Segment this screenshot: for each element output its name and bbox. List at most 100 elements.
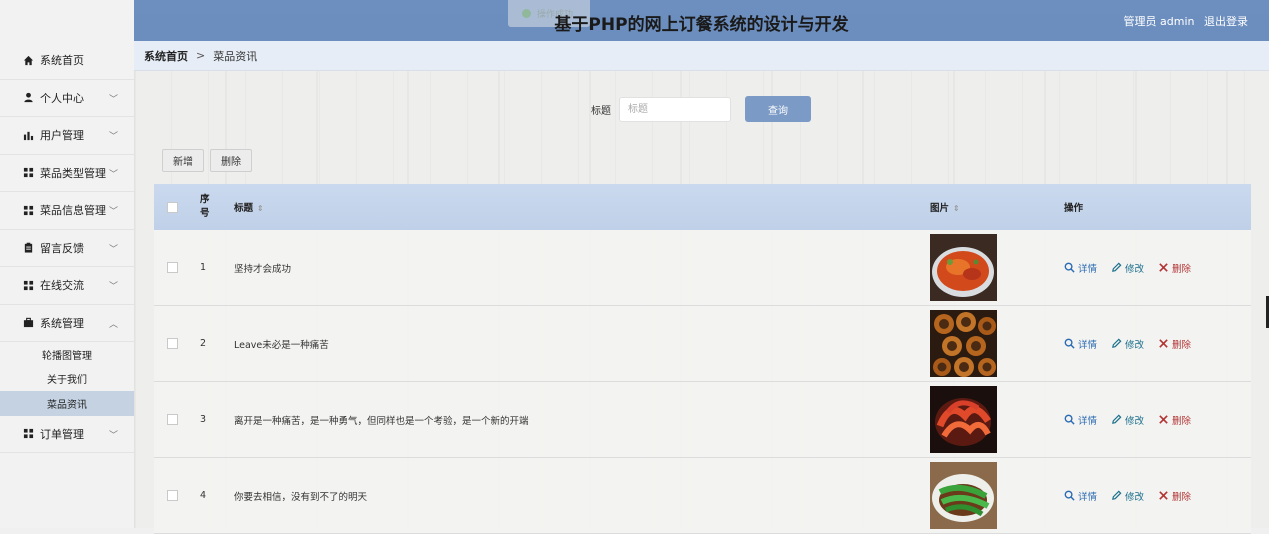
row-actions: 详情 修改 删除 <box>1064 337 1205 351</box>
detail-button[interactable]: 详情 <box>1064 337 1097 351</box>
sidebar-item-personal[interactable]: 个人中心 ﹀ <box>0 80 134 117</box>
delete-button[interactable]: 删除 <box>210 149 252 172</box>
admin-username: 管理员 admin <box>1123 15 1195 28</box>
sort-icon[interactable]: ⇕ <box>953 204 960 213</box>
chevron-down-icon: ﹀ <box>108 132 118 142</box>
row-title: 坚持才会成功 <box>234 263 292 275</box>
chevron-down-icon: ﹀ <box>108 169 118 180</box>
briefcase-icon <box>22 317 34 329</box>
pencil-icon <box>1112 414 1122 424</box>
user-icon <box>22 92 34 104</box>
detail-button[interactable]: 详情 <box>1064 413 1097 427</box>
sidebar-item-orders[interactable]: 订单管理 ﹀ <box>0 416 134 453</box>
sidebar-subitem-label: 菜品资讯 <box>47 399 87 411</box>
close-icon <box>1159 491 1168 500</box>
sidebar-subitem-label: 轮播图管理 <box>42 350 92 362</box>
row-actions: 详情 修改 删除 <box>1064 413 1205 427</box>
close-icon <box>1159 415 1168 424</box>
table-header: 序号 标题 ⇕ 图片 ⇕ 操作 <box>154 184 1251 230</box>
edit-label: 修改 <box>1125 263 1145 275</box>
sidebar-item-system[interactable]: 系统管理 ︿ <box>0 305 134 342</box>
column-actions: 操作 <box>1064 203 1084 214</box>
sidebar-item-chat[interactable]: 在线交流 ﹀ <box>0 267 134 305</box>
main-content: 标题 查询 新增 删除 序号 标题⇕ 图片⇕ 操作 1 坚持才会成功 <box>134 71 1269 534</box>
detail-button[interactable]: 详情 <box>1064 261 1097 275</box>
detail-label: 详情 <box>1078 339 1098 351</box>
sidebar-item-users[interactable]: 用户管理 ﹀ <box>0 117 134 155</box>
sidebar-item-label: 个人中心 <box>40 91 84 105</box>
row-actions: 详情 修改 删除 <box>1064 261 1205 275</box>
delete-label: 删除 <box>1172 339 1192 351</box>
dish-thumbnail[interactable] <box>930 234 997 301</box>
row-index: 1 <box>200 262 207 273</box>
grid-icon <box>22 167 34 179</box>
clipboard-icon <box>22 242 34 254</box>
search-bar: 标题 查询 <box>591 96 811 122</box>
pencil-icon <box>1112 262 1122 272</box>
toolbar: 新增 删除 <box>162 149 258 172</box>
edit-button[interactable]: 修改 <box>1111 261 1144 275</box>
row-title: 离开是一种痛苦，是一种勇气，但同样也是一个考验，是一个新的开端 <box>234 415 529 427</box>
data-table: 序号 标题 ⇕ 图片 ⇕ 操作 1 坚持才会成功 详情 修改 删除 2 Leav… <box>154 184 1251 534</box>
sidebar-subitem-dish-news[interactable]: 菜品资讯 <box>0 391 134 416</box>
sidebar-item-dish-info[interactable]: 菜品信息管理 ﹀ <box>0 192 134 230</box>
row-index: 2 <box>200 338 207 349</box>
row-checkbox[interactable] <box>167 338 178 349</box>
sidebar-subitem-about[interactable]: 关于我们 <box>0 367 134 392</box>
edit-label: 修改 <box>1125 491 1145 503</box>
row-actions: 详情 修改 删除 <box>1064 489 1205 503</box>
edit-button[interactable]: 修改 <box>1111 489 1144 503</box>
sidebar-subitem-label: 关于我们 <box>47 375 87 387</box>
add-button[interactable]: 新增 <box>162 149 204 172</box>
row-checkbox[interactable] <box>167 262 178 273</box>
home-icon <box>22 54 34 66</box>
detail-label: 详情 <box>1078 263 1098 275</box>
sidebar-item-label: 菜品类型管理 <box>40 166 106 180</box>
delete-label: 删除 <box>1172 263 1192 275</box>
sidebar-menu: 系统首页 个人中心 ﹀ 用户管理 ﹀ 菜品类型管理 ﹀ 菜品信息管理 ﹀ 留言反… <box>0 42 134 453</box>
sidebar-item-dish-types[interactable]: 菜品类型管理 ﹀ <box>0 155 134 192</box>
breadcrumb-separator: > <box>196 49 206 62</box>
select-all-checkbox[interactable] <box>167 201 178 213</box>
delete-row-button[interactable]: 删除 <box>1158 261 1191 275</box>
breadcrumb-current: 菜品资讯 <box>213 49 258 63</box>
sidebar-item-label: 在线交流 <box>40 279 84 293</box>
grid-icon <box>22 279 34 291</box>
column-title-label: 标题 <box>234 203 254 214</box>
chevron-down-icon: ﹀ <box>108 282 118 292</box>
edit-button[interactable]: 修改 <box>1111 337 1144 351</box>
dish-thumbnail[interactable] <box>930 310 997 377</box>
sidebar-item-feedback[interactable]: 留言反馈 ﹀ <box>0 230 134 267</box>
logout-link[interactable]: 退出登录 <box>1204 15 1248 28</box>
row-checkbox[interactable] <box>167 414 178 425</box>
edit-label: 修改 <box>1125 339 1145 351</box>
row-checkbox[interactable] <box>167 490 178 501</box>
dish-thumbnail[interactable] <box>930 462 997 529</box>
delete-row-button[interactable]: 删除 <box>1158 337 1191 351</box>
column-title[interactable]: 标题 ⇕ <box>234 200 264 214</box>
column-image[interactable]: 图片 ⇕ <box>930 200 960 214</box>
breadcrumb-home[interactable]: 系统首页 <box>144 48 188 64</box>
bar-chart-icon <box>22 129 34 141</box>
chevron-down-icon: ﹀ <box>108 94 118 105</box>
chevron-down-icon: ﹀ <box>108 430 118 441</box>
row-title: Leave未必是一种痛苦 <box>234 339 329 351</box>
search-input[interactable] <box>619 96 731 122</box>
row-index: 3 <box>200 414 207 425</box>
dish-thumbnail[interactable] <box>930 386 997 453</box>
sidebar-item-label: 留言反馈 <box>40 241 84 255</box>
edit-button[interactable]: 修改 <box>1111 413 1144 427</box>
delete-row-button[interactable]: 删除 <box>1158 489 1191 503</box>
pencil-icon <box>1112 490 1122 500</box>
detail-button[interactable]: 详情 <box>1064 489 1097 503</box>
query-button[interactable]: 查询 <box>745 96 811 122</box>
table-row: 2 Leave未必是一种痛苦 详情 修改 删除 <box>154 306 1251 382</box>
sidebar-item-label: 系统首页 <box>40 54 84 68</box>
app-title: 基于PHP的网上订餐系统的设计与开发 <box>554 15 849 35</box>
sidebar-item-home[interactable]: 系统首页 <box>0 42 134 80</box>
delete-row-button[interactable]: 删除 <box>1158 413 1191 427</box>
column-image-label: 图片 <box>930 203 950 214</box>
sort-icon[interactable]: ⇕ <box>257 204 264 213</box>
sidebar-subitem-carousel[interactable]: 轮播图管理 <box>0 342 134 367</box>
top-header: 操作成功 基于PHP的网上订餐系统的设计与开发 管理员 admin 退出登录 <box>134 0 1269 41</box>
